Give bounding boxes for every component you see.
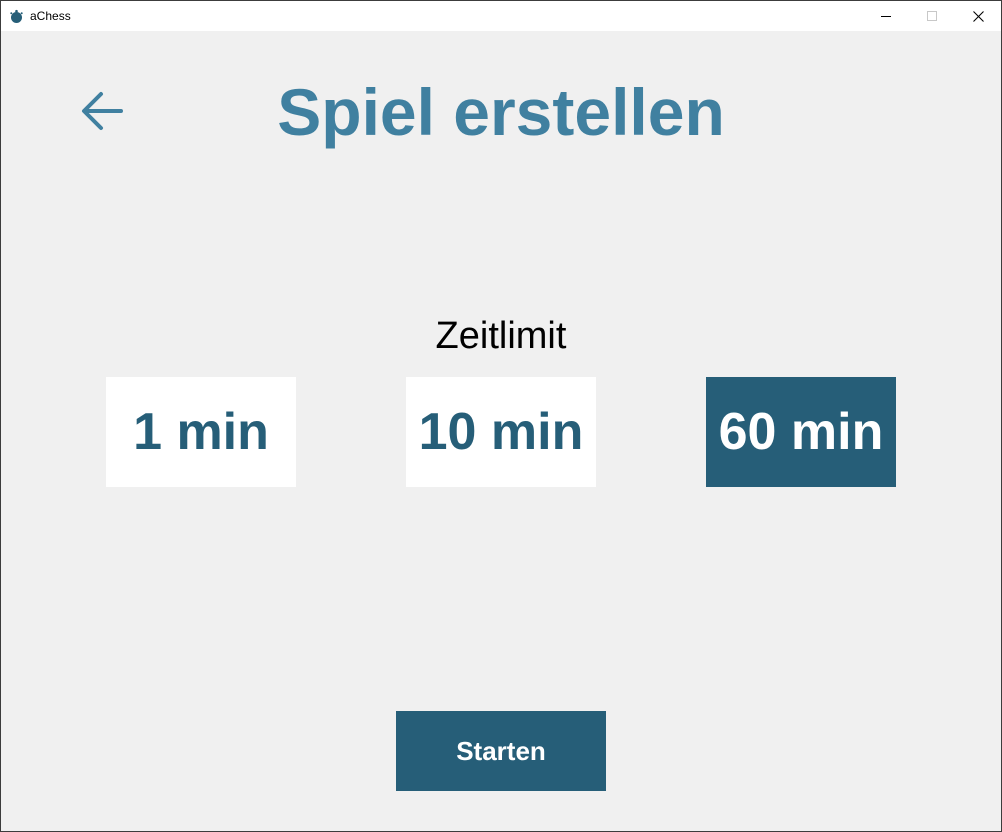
time-limit-label: Zeitlimit <box>435 315 567 357</box>
app-window: aChess Spiel erstellen Zeitlimit 1 min 1… <box>0 0 1002 832</box>
time-option-60-min[interactable]: 60 min <box>706 377 896 487</box>
page-title: Spiel erstellen <box>277 75 725 149</box>
maximize-icon <box>927 11 937 21</box>
minimize-button[interactable] <box>863 1 909 31</box>
close-icon <box>972 10 984 22</box>
start-button[interactable]: Starten <box>396 711 606 791</box>
maximize-button[interactable] <box>909 1 955 31</box>
chess-app-icon <box>10 9 23 23</box>
title-bar[interactable]: aChess <box>1 1 1001 31</box>
time-option-1-min[interactable]: 1 min <box>106 377 296 487</box>
close-button[interactable] <box>955 1 1001 31</box>
minimize-icon <box>881 16 891 17</box>
time-option-10-min[interactable]: 10 min <box>406 377 596 487</box>
create-game-screen: Spiel erstellen Zeitlimit 1 min 10 min 6… <box>1 31 1001 831</box>
window-title: aChess <box>30 9 71 23</box>
